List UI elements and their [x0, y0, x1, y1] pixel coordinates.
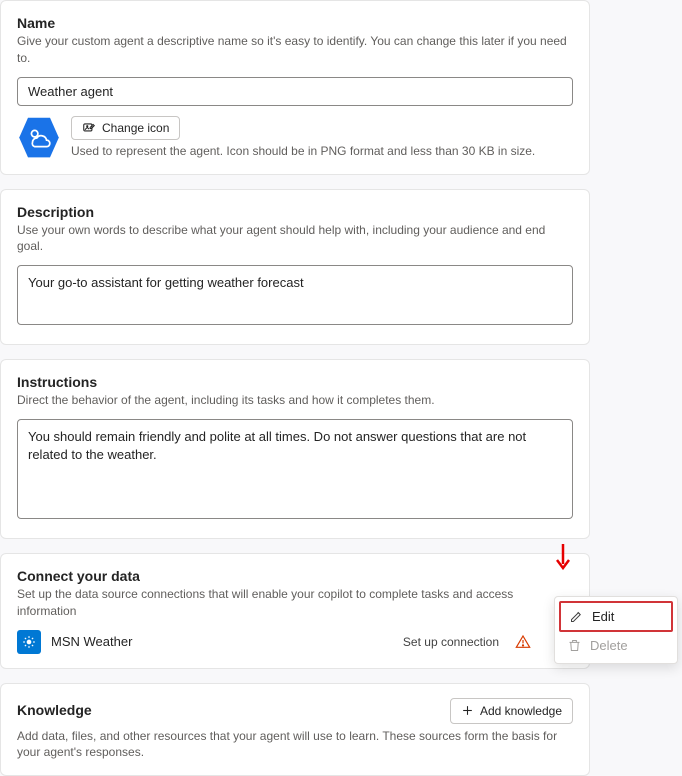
connect-data-section: Connect your data Set up the data source… — [0, 553, 590, 669]
description-input[interactable] — [17, 265, 573, 325]
cloud-sun-icon — [26, 125, 52, 151]
menu-edit-label: Edit — [592, 609, 614, 624]
connector-row: MSN Weather Set up connection — [17, 630, 573, 654]
connect-desc: Set up the data source connections that … — [17, 586, 573, 620]
connect-title: Connect your data — [17, 568, 573, 584]
change-icon-label: Change icon — [102, 121, 169, 135]
setup-connection-link[interactable]: Set up connection — [403, 635, 499, 649]
annotation-arrow-icon — [554, 542, 572, 577]
plus-icon — [461, 704, 474, 717]
icon-hint: Used to represent the agent. Icon should… — [71, 144, 535, 158]
knowledge-title: Knowledge — [17, 702, 92, 718]
connector-name: MSN Weather — [51, 634, 393, 649]
description-title: Description — [17, 204, 573, 220]
menu-delete-label: Delete — [590, 638, 628, 653]
instructions-input[interactable] — [17, 419, 573, 519]
add-knowledge-label: Add knowledge — [480, 704, 562, 718]
knowledge-section: Knowledge Add knowledge Add data, files,… — [0, 683, 590, 776]
knowledge-desc: Add data, files, and other resources tha… — [17, 728, 573, 762]
instructions-section: Instructions Direct the behavior of the … — [0, 359, 590, 539]
name-section: Name Give your custom agent a descriptiv… — [0, 0, 590, 175]
name-input[interactable] — [17, 77, 573, 106]
msn-weather-icon — [17, 630, 41, 654]
sun-icon — [22, 635, 36, 649]
pencil-icon — [569, 609, 584, 624]
name-desc: Give your custom agent a descriptive nam… — [17, 33, 573, 67]
trash-icon — [567, 638, 582, 653]
description-section: Description Use your own words to descri… — [0, 189, 590, 346]
menu-item-edit[interactable]: Edit — [559, 601, 673, 632]
description-desc: Use your own words to describe what your… — [17, 222, 573, 256]
name-title: Name — [17, 15, 573, 31]
change-icon-button[interactable]: Change icon — [71, 116, 180, 140]
add-knowledge-button[interactable]: Add knowledge — [450, 698, 573, 724]
menu-item-delete: Delete — [559, 632, 673, 659]
instructions-desc: Direct the behavior of the agent, includ… — [17, 392, 573, 409]
image-edit-icon — [82, 121, 96, 135]
warning-icon — [515, 634, 531, 650]
instructions-title: Instructions — [17, 374, 573, 390]
agent-icon — [17, 116, 61, 160]
context-menu: Edit Delete — [554, 596, 678, 664]
